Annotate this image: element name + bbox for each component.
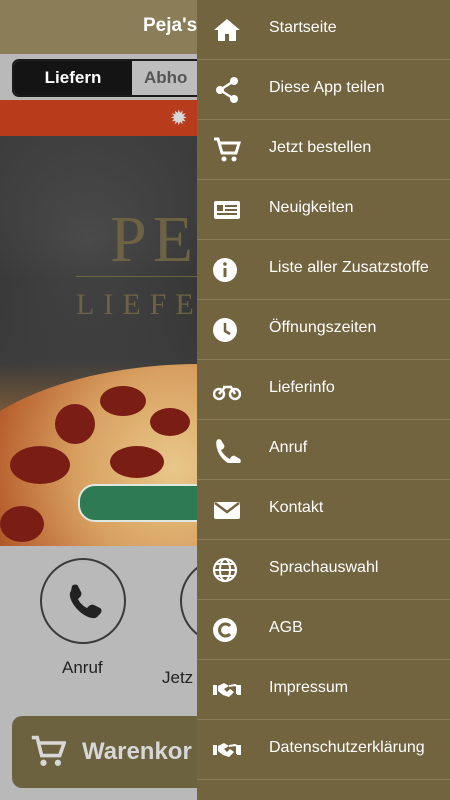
navigation-drawer: Startseite Diese App teilen Jetzt bestel… (197, 0, 450, 800)
pepperoni (100, 386, 146, 416)
motorcycle-icon (213, 385, 241, 401)
news-icon (214, 201, 240, 219)
sun-icon: ✹ (170, 107, 188, 130)
info-icon (213, 258, 237, 282)
menu-item-label: Jetzt bestellen (269, 139, 372, 156)
pepperoni (110, 446, 164, 478)
menu-item-label: Lieferinfo (269, 379, 335, 396)
menu-item-label: Impressum (269, 679, 349, 696)
menu-item-contact[interactable]: Kontakt (197, 480, 450, 540)
tab-liefern[interactable]: Liefern (14, 61, 132, 95)
menu-item-label: Startseite (269, 19, 337, 36)
menu-item-news[interactable]: Neuigkeiten (197, 180, 450, 240)
handshake-icon (213, 683, 241, 697)
restaurant-logo: PE (110, 203, 200, 276)
cart-label: Warenkor (82, 738, 192, 765)
call-label: Anruf (62, 658, 103, 677)
menu-item-opening-hours[interactable]: Öffnungszeiten (197, 300, 450, 360)
menu-item-label: Sprachauswahl (269, 559, 379, 576)
envelope-icon (214, 502, 240, 519)
menu-item-label: Diese App teilen (269, 79, 385, 96)
menu-item-label: Liste aller Zusatzstoffe (269, 259, 429, 276)
pepperoni (55, 404, 95, 444)
menu-item-zusatzstoffe[interactable]: Liste aller Zusatzstoffe (197, 240, 450, 300)
menu-item-agb[interactable]: AGB (197, 600, 450, 660)
app-title: Peja's (143, 15, 198, 36)
menu-item-label: Neuigkeiten (269, 199, 354, 216)
order-label: Jetz (162, 668, 194, 687)
home-icon (214, 19, 240, 41)
pepperoni (10, 446, 70, 484)
menu-item-label: Öffnungszeiten (269, 319, 377, 336)
clock-icon (213, 318, 237, 342)
menu-item-order[interactable]: Jetzt bestellen (197, 120, 450, 180)
share-icon (216, 77, 238, 103)
menu-item-privacy[interactable]: Datenschutzerklärung (197, 720, 450, 780)
restaurant-logo-subtitle: LIEFE (76, 288, 203, 321)
menu-item-share[interactable]: Diese App teilen (197, 60, 450, 120)
menu-item-startseite[interactable]: Startseite (197, 0, 450, 60)
pepperoni (150, 408, 190, 436)
menu-item-impressum[interactable]: Impressum (197, 660, 450, 720)
call-circle-button[interactable] (40, 558, 126, 644)
phone-icon (69, 584, 102, 619)
menu-item-language[interactable]: Sprachauswahl (197, 540, 450, 600)
globe-icon (213, 557, 238, 583)
copyright-icon (213, 618, 237, 642)
menu-item-label: Kontakt (269, 499, 324, 516)
menu-item-call[interactable]: Anruf (197, 420, 450, 480)
phone-icon (216, 439, 241, 463)
handshake-icon (213, 743, 241, 757)
menu-item-label: AGB (269, 619, 303, 636)
menu-item-label: Anruf (269, 439, 308, 456)
pepperoni (0, 506, 44, 542)
menu-item-delivery-info[interactable]: Lieferinfo (197, 360, 450, 420)
menu-item-label: Datenschutzerklärung (269, 739, 425, 756)
cart-icon (214, 137, 241, 162)
cart-icon (31, 735, 66, 766)
